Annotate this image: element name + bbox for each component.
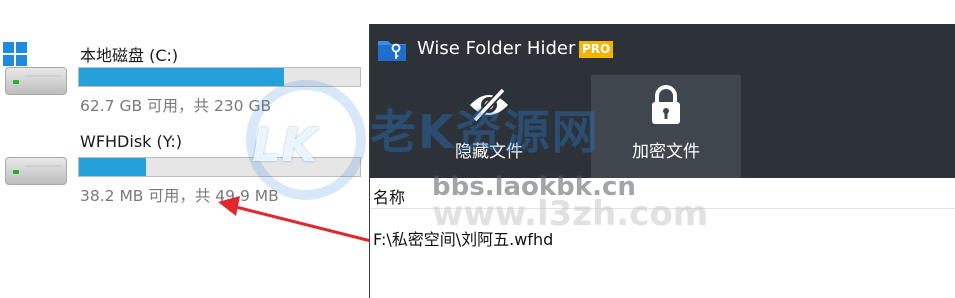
hard-drive-icon (5, 157, 67, 185)
header-divider (370, 208, 955, 209)
main-toolbar: 隐藏文件 加密文件 (370, 75, 955, 178)
drive-item-y[interactable]: WFHDisk (Y:) 38.2 MB 可用，共 49.9 MB (0, 130, 370, 220)
drive-usage-fill (79, 158, 147, 176)
tab-label: 加密文件 (632, 142, 700, 162)
title-bar: Wise Folder Hider PRO (370, 24, 955, 75)
tab-encrypt-file[interactable]: 加密文件 (591, 75, 741, 178)
app-title: Wise Folder Hider (417, 38, 576, 59)
drive-capacity: 38.2 MB 可用，共 49.9 MB (80, 187, 279, 205)
column-header-name[interactable]: 名称 (373, 184, 405, 208)
drive-capacity: 62.7 GB 可用，共 230 GB (80, 97, 272, 115)
drive-usage-bar (78, 67, 361, 87)
wise-folder-hider-window: Wise Folder Hider PRO 隐藏文件 加密文件 名称 F:\私密… (369, 24, 955, 298)
folder-key-logo-icon (378, 41, 406, 61)
drive-name: 本地磁盘 (C:) (80, 46, 179, 65)
drive-usage-fill (79, 68, 285, 86)
lock-icon (652, 85, 680, 124)
tab-hide-file[interactable]: 隐藏文件 (414, 75, 564, 178)
hard-drive-icon (5, 67, 67, 95)
eye-slash-icon (470, 87, 508, 123)
drive-usage-bar (78, 157, 361, 177)
tab-label: 隐藏文件 (455, 142, 523, 162)
drive-name: WFHDisk (Y:) (80, 132, 183, 151)
list-item[interactable]: F:\私密空间\刘阿五.wfhd (373, 226, 553, 250)
drive-item-c[interactable]: 本地磁盘 (C:) 62.7 GB 可用，共 230 GB (0, 40, 370, 130)
pro-badge: PRO (579, 41, 614, 58)
